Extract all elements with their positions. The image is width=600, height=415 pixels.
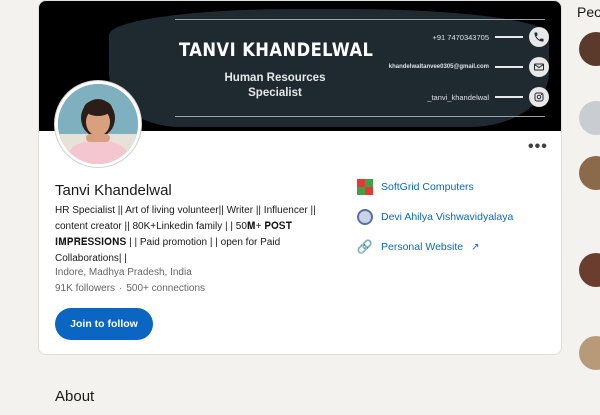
about-heading: About bbox=[55, 388, 95, 405]
university-logo-icon bbox=[357, 209, 373, 225]
connections-count: 500+ connections bbox=[126, 283, 206, 294]
profile-card: TANVI KHANDELWAL Human Resources Special… bbox=[38, 0, 562, 355]
banner-instagram: _tanvi_khandelwal bbox=[427, 92, 489, 102]
profile-name: Tanvi Khandelwal bbox=[55, 182, 172, 199]
softgrid-logo-icon bbox=[357, 179, 373, 195]
profile-location: Indore, Madhya Pradesh, India bbox=[55, 267, 192, 278]
banner-phone: +91 7470343705 bbox=[432, 32, 489, 42]
education-name: Devi Ahilya Vishwavidyalaya bbox=[381, 211, 514, 223]
banner-email-row: khandelwaltanvee0305@gmail.com bbox=[389, 57, 549, 77]
people-also-viewed-title: Peo bbox=[577, 4, 600, 20]
suggested-profile-avatar[interactable] bbox=[579, 253, 600, 287]
instagram-icon bbox=[529, 87, 549, 107]
banner-bar bbox=[495, 96, 523, 98]
suggested-profile-avatar[interactable] bbox=[579, 336, 600, 370]
banner-role-line2: Specialist bbox=[248, 87, 302, 99]
banner-divider-bottom bbox=[175, 116, 545, 117]
website-link[interactable]: 🔗 Personal Website ↗ bbox=[357, 239, 480, 255]
separator-dot: · bbox=[119, 283, 123, 294]
banner-phone-row: +91 7470343705 bbox=[432, 27, 549, 47]
join-to-follow-button[interactable]: Join to follow bbox=[55, 308, 153, 340]
education-link[interactable]: Devi Ahilya Vishwavidyalaya bbox=[357, 209, 513, 225]
mail-icon bbox=[529, 57, 549, 77]
company-link[interactable]: SoftGrid Computers bbox=[357, 179, 474, 195]
banner-role: Human Resources Specialist bbox=[175, 71, 375, 101]
suggested-profile-avatar[interactable] bbox=[579, 101, 600, 135]
banner-instagram-row: _tanvi_khandelwal bbox=[427, 87, 549, 107]
banner-name: TANVI KHANDELWAL bbox=[179, 39, 374, 61]
banner-bar bbox=[495, 66, 523, 68]
banner-divider-top bbox=[175, 19, 545, 20]
suggested-profile-avatar[interactable] bbox=[579, 156, 600, 190]
followers-count: 91K followers bbox=[55, 283, 116, 294]
profile-headline: HR Specialist || Art of living volunteer… bbox=[55, 203, 340, 267]
phone-icon bbox=[529, 27, 549, 47]
banner-email: khandelwaltanvee0305@gmail.com bbox=[388, 64, 489, 70]
suggested-profile-avatar[interactable] bbox=[579, 32, 600, 66]
company-name: SoftGrid Computers bbox=[381, 181, 474, 193]
external-link-icon: ↗ bbox=[471, 241, 480, 253]
profile-avatar[interactable] bbox=[55, 81, 141, 167]
link-icon: 🔗 bbox=[356, 239, 374, 254]
website-label: Personal Website bbox=[381, 241, 464, 253]
profile-stats: 91K followers · 500+ connections bbox=[55, 283, 205, 294]
more-options-button[interactable]: ••• bbox=[528, 138, 548, 156]
banner-bar bbox=[495, 36, 523, 38]
banner-role-line1: Human Resources bbox=[224, 72, 326, 84]
